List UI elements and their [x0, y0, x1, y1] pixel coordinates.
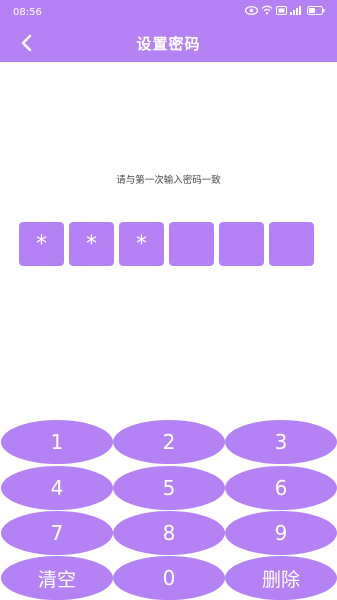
status-bar: 08:56 [0, 0, 337, 24]
key-9[interactable]: 9 [225, 511, 337, 555]
key-6[interactable]: 6 [225, 466, 337, 510]
number-keypad: 1 2 3 4 5 6 7 8 9 清空 0 删除 [0, 0, 337, 600]
key-1[interactable]: 1 [1, 420, 113, 464]
signal-icon [290, 5, 304, 18]
delete-button[interactable]: 删除 [225, 556, 337, 600]
app-header: 08:56 设置密码 [0, 0, 337, 62]
key-7[interactable]: 7 [1, 511, 113, 555]
pin-cell: * [69, 222, 114, 266]
nav-bar: 设置密码 [0, 24, 337, 62]
pin-input[interactable]: * * * [19, 222, 314, 266]
wifi-icon [261, 5, 273, 18]
page-title: 设置密码 [136, 35, 201, 53]
key-8[interactable]: 8 [113, 511, 225, 555]
key-5[interactable]: 5 [113, 466, 225, 510]
hd-icon [276, 5, 287, 18]
status-icons [244, 5, 325, 18]
pin-cell [169, 222, 214, 266]
pin-cell [269, 222, 314, 266]
eye-icon [244, 5, 259, 18]
prompt-text: 请与第一次输入密码一致 [116, 175, 221, 186]
clear-button[interactable]: 清空 [1, 556, 113, 600]
key-0[interactable]: 0 [113, 556, 225, 600]
key-4[interactable]: 4 [1, 466, 113, 510]
status-time: 08:56 [13, 7, 42, 18]
pin-cell [219, 222, 264, 266]
pin-cell: * [119, 222, 164, 266]
battery-icon [307, 5, 325, 18]
key-2[interactable]: 2 [113, 420, 225, 464]
pin-cell: * [19, 222, 64, 266]
key-3[interactable]: 3 [225, 420, 337, 464]
